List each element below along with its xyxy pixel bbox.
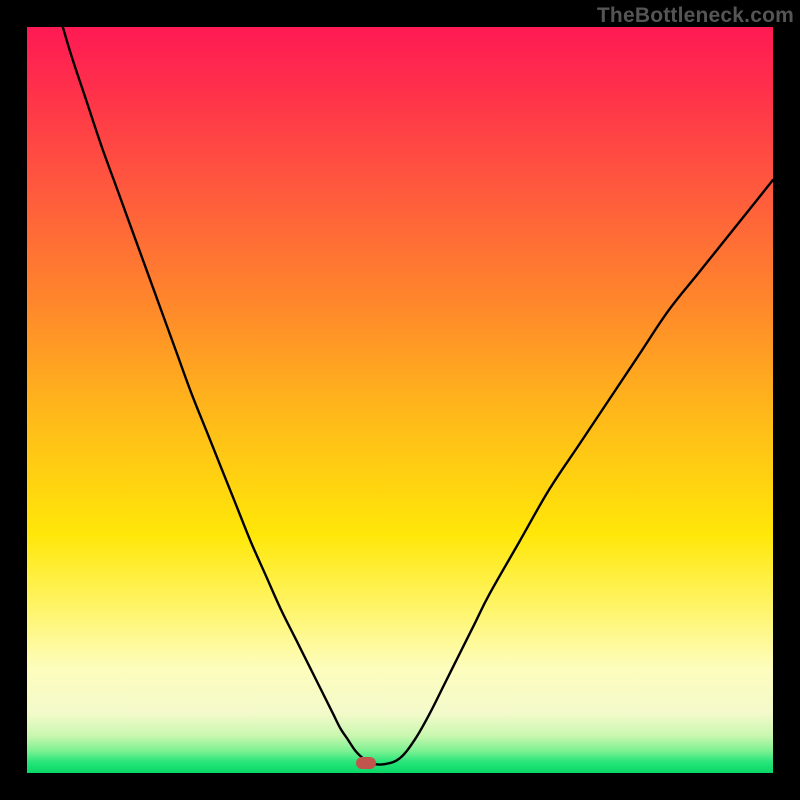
chart-frame: TheBottleneck.com: [0, 0, 800, 800]
curve-layer: [27, 27, 773, 773]
optimum-marker: [356, 757, 376, 769]
watermark: TheBottleneck.com: [597, 4, 794, 28]
bottleneck-curve: [63, 27, 773, 765]
